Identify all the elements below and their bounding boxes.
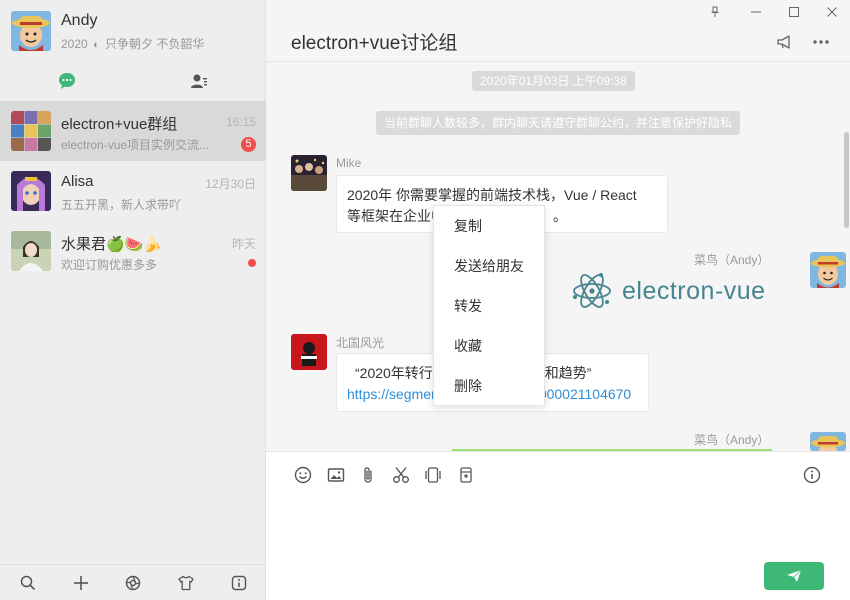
- logo-text: electron-vue: [622, 276, 766, 305]
- sidebar-footer: [0, 564, 266, 600]
- user-signature: 2020 ◐ 只争朝夕 不负韶华: [61, 35, 204, 52]
- emoji-icon[interactable]: [293, 465, 313, 485]
- sender-name: Mike: [336, 156, 362, 170]
- conversation-list: electron+vue群组 electron-vue项目实例交流... 16:…: [0, 101, 266, 281]
- sidebar: Andy 2020 ◐ 只争朝夕 不负韶华 electron+vue群组 ele…: [0, 0, 266, 600]
- tshirt-icon[interactable]: [176, 573, 196, 593]
- close-icon[interactable]: [822, 4, 842, 20]
- user-name: Andy: [61, 12, 98, 29]
- scrollbar-thumb[interactable]: [844, 132, 849, 228]
- contacts-icon: [191, 74, 207, 88]
- menu-item-send-to-friend[interactable]: 发送给朋友: [434, 250, 544, 290]
- conversation-item[interactable]: electron+vue群组 electron-vue项目实例交流... 16:…: [0, 101, 266, 161]
- moon-icon: ◐: [93, 39, 100, 51]
- scissors-icon[interactable]: [391, 465, 411, 485]
- conversation-preview: electron-vue项目实例交流...: [61, 138, 210, 152]
- electron-atom-icon: [573, 273, 611, 308]
- group-notice: 当前群聊人数较多，群内聊天请遵守群聊公约，并注意保护好隐私: [376, 111, 741, 135]
- sidebar-tabs: [0, 62, 266, 100]
- time-divider: 2020年01月03日 上午09:38: [472, 71, 635, 91]
- attachment-icon[interactable]: [358, 465, 378, 485]
- composer: [266, 451, 850, 600]
- sender-avatar[interactable]: [810, 432, 846, 451]
- conversation-time: 昨天: [231, 237, 256, 251]
- electron-vue-logo-image[interactable]: electron-vue: [570, 267, 780, 315]
- chat-header: electron+vue讨论组: [266, 0, 850, 62]
- announcement-icon[interactable]: [775, 32, 795, 52]
- unread-dot: [248, 259, 256, 267]
- conversation-item[interactable]: 水果君🍏🍉🍌 欢迎订购优惠多多 昨天: [0, 221, 266, 281]
- video-icon[interactable]: [423, 465, 443, 485]
- conversation-title: 水果君🍏🍉🍌: [61, 236, 163, 253]
- unread-badge: 5: [241, 137, 256, 152]
- search-icon[interactable]: [18, 573, 38, 593]
- conversation-title: Alisa: [61, 173, 94, 190]
- info-icon[interactable]: [229, 573, 249, 593]
- signature-year: 2020: [61, 37, 88, 51]
- message-list[interactable]: 2020年01月03日 上午09:38 当前群聊人数较多，群内聊天请遵守群聊公约…: [266, 62, 850, 451]
- info-icon[interactable]: [802, 465, 822, 485]
- aperture-icon[interactable]: [123, 573, 143, 593]
- menu-item-favorite[interactable]: 收藏: [434, 330, 544, 370]
- plus-icon[interactable]: [71, 573, 91, 593]
- sender-avatar[interactable]: [291, 334, 327, 370]
- menu-item-delete[interactable]: 删除: [434, 370, 544, 410]
- conversation-item[interactable]: Alisa 五五开黑，新人求带吖 12月30日: [0, 161, 266, 221]
- conversation-title: electron+vue群组: [61, 116, 178, 133]
- conversation-time: 12月30日: [205, 177, 256, 191]
- conversation-time: 16:15: [225, 115, 256, 129]
- group-avatar: [11, 111, 51, 151]
- cup-icon[interactable]: [456, 465, 476, 485]
- sender-avatar[interactable]: [291, 155, 327, 191]
- image-icon[interactable]: [326, 465, 346, 485]
- chat-bubble-icon: [59, 73, 75, 89]
- tab-contacts[interactable]: [188, 70, 210, 92]
- send-paper-plane-icon: [787, 569, 802, 582]
- sender-name: 菜鸟（Andy）: [694, 433, 770, 447]
- menu-item-copy[interactable]: 复制: [434, 210, 544, 250]
- sender-avatar[interactable]: [810, 252, 846, 288]
- contact-avatar: [11, 231, 51, 271]
- contact-avatar: [11, 171, 51, 211]
- sender-name: 菜鸟（Andy）: [694, 253, 770, 267]
- send-button[interactable]: [764, 562, 824, 590]
- context-menu: 复制 发送给朋友 转发 收藏 删除: [433, 205, 545, 406]
- chat-panel: electron+vue讨论组 2020年01月03日 上午09:38 当前群聊…: [266, 0, 850, 600]
- menu-item-forward[interactable]: 转发: [434, 290, 544, 330]
- signature-text: 只争朝夕 不负韶华: [105, 37, 205, 51]
- conversation-preview: 五五开黑，新人求带吖: [61, 198, 182, 212]
- pin-icon[interactable]: [705, 4, 725, 20]
- message-text-line: 2020年 你需要掌握的前端技术栈，Vue / React: [347, 187, 637, 203]
- sender-name: 北国风光: [336, 336, 385, 350]
- profile-header: Andy 2020 ◐ 只争朝夕 不负韶华: [0, 0, 266, 62]
- more-options-icon[interactable]: [811, 32, 831, 52]
- user-avatar[interactable]: [11, 11, 51, 51]
- minimize-icon[interactable]: [746, 4, 766, 20]
- maximize-icon[interactable]: [784, 4, 804, 20]
- chat-title: electron+vue讨论组: [291, 33, 458, 54]
- tab-chats[interactable]: [56, 70, 78, 92]
- conversation-preview: 欢迎订购优惠多多: [61, 258, 158, 272]
